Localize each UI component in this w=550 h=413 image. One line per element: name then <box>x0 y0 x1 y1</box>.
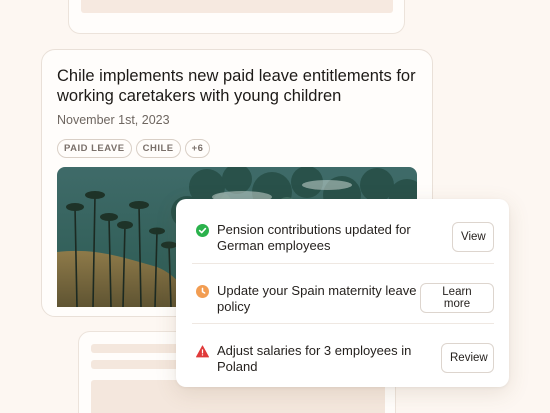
learn-more-button[interactable]: Learn more <box>420 283 494 313</box>
notification-text: Adjust salaries for 3 employees in Polan… <box>217 343 412 374</box>
notification-item: Update your Spain maternity leave policy… <box>192 263 494 323</box>
article-date: November 1st, 2023 <box>57 113 170 127</box>
review-button[interactable]: Review <box>441 343 494 373</box>
tag-more[interactable]: +6 <box>184 139 211 158</box>
tag-list: PAID LEAVE CHILE +6 <box>57 139 211 158</box>
notification-item: Adjust salaries for 3 employees in Polan… <box>192 323 494 383</box>
warning-triangle-icon <box>196 345 209 358</box>
article-title: Chile implements new paid leave entitlem… <box>57 67 416 105</box>
notifications-panel: Pension contributions updated for German… <box>176 199 509 387</box>
notification-text: Update your Spain maternity leave policy <box>217 283 417 314</box>
tag-chile[interactable]: CHILE <box>135 139 181 158</box>
check-circle-icon <box>196 224 209 237</box>
clock-icon <box>196 285 209 298</box>
placeholder-bar <box>81 0 393 13</box>
view-button[interactable]: View <box>452 222 494 252</box>
notification-text: Pension contributions updated for German… <box>217 222 411 253</box>
notification-item: Pension contributions updated for German… <box>192 203 494 263</box>
tag-paid-leave[interactable]: PAID LEAVE <box>57 139 132 158</box>
previous-article-card <box>68 0 405 34</box>
